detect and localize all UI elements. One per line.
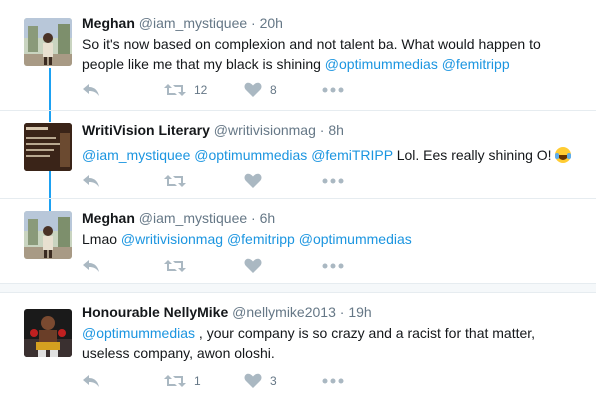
heart-icon <box>244 173 262 188</box>
author-name[interactable]: Honourable NellyMike <box>82 304 228 320</box>
separator: · <box>251 15 256 31</box>
reply-button[interactable] <box>82 371 100 391</box>
mention-link[interactable]: @optimummedias <box>325 56 438 72</box>
tweet-actions <box>82 171 442 191</box>
mention-link[interactable]: @optimummedias <box>82 325 195 341</box>
author-name[interactable]: WritiVision Literary <box>82 122 210 138</box>
heart-icon <box>244 258 262 273</box>
mention-link[interactable]: @femitripp <box>227 231 295 247</box>
tweet-body: Lol. Ees really shining O! <box>396 147 552 163</box>
retweet-icon <box>164 84 186 96</box>
reply-button[interactable] <box>82 171 100 191</box>
reply-icon <box>83 260 99 272</box>
tweet-text: Lmao @writivisionmag @femitripp @optimum… <box>82 229 584 249</box>
retweet-button[interactable] <box>164 171 186 191</box>
mention-link[interactable]: @optimummedias <box>194 147 307 163</box>
more-button[interactable] <box>322 171 344 191</box>
more-button[interactable] <box>322 80 344 100</box>
tweet-header: Meghan @iam_mystiquee · 6h <box>82 209 584 227</box>
mention-link[interactable]: @iam_mystiquee <box>82 147 190 163</box>
tweet[interactable]: Meghan @iam_mystiquee · 20h So it's now … <box>0 0 596 112</box>
like-button[interactable]: 3 <box>244 371 277 391</box>
like-button[interactable]: 8 <box>244 80 277 100</box>
tweet-actions: 1 3 <box>82 371 442 391</box>
more-button[interactable] <box>322 256 344 276</box>
tweet-header: WritiVision Literary @writivisionmag · 8… <box>82 121 584 139</box>
reply-button[interactable] <box>82 80 100 100</box>
author-name[interactable]: Meghan <box>82 15 135 31</box>
tweet-actions: 12 8 <box>82 80 442 100</box>
timestamp[interactable]: 20h <box>260 15 283 31</box>
author-username[interactable]: @nellymike2013 <box>232 304 336 320</box>
heart-icon <box>244 373 262 388</box>
retweet-count: 12 <box>194 83 208 97</box>
more-icon <box>322 87 344 93</box>
separator: · <box>319 122 325 138</box>
author-username[interactable]: @iam_mystiquee <box>139 15 247 31</box>
mention-link[interactable]: @femiTRIPP <box>311 147 393 163</box>
tweet-header: Meghan @iam_mystiquee · 20h <box>82 14 584 32</box>
reply-icon <box>83 84 99 96</box>
retweet-icon <box>164 260 186 272</box>
tweet-text: So it's now based on complexion and not … <box>82 34 584 74</box>
mention-link[interactable]: @optimummedias <box>299 231 412 247</box>
like-button[interactable] <box>244 256 262 276</box>
tweet-text: @optimummedias , your company is so craz… <box>82 323 584 363</box>
heart-icon <box>244 82 262 97</box>
retweet-button[interactable]: 1 <box>164 371 201 391</box>
tweet-actions <box>82 256 442 276</box>
retweet-icon <box>164 375 186 387</box>
avatar[interactable] <box>24 123 72 171</box>
author-username[interactable]: @writivisionmag <box>214 122 316 138</box>
retweet-icon <box>164 175 186 187</box>
like-count: 8 <box>270 83 277 97</box>
reply-button[interactable] <box>82 256 100 276</box>
more-icon <box>322 263 344 269</box>
separator: · <box>251 210 256 226</box>
more-icon <box>322 178 344 184</box>
author-name[interactable]: Meghan <box>82 210 135 226</box>
timestamp[interactable]: 8h <box>328 122 344 138</box>
mention-link[interactable]: @writivisionmag <box>121 231 223 247</box>
timestamp[interactable]: 19h <box>348 304 371 320</box>
reply-icon <box>83 175 99 187</box>
tweet[interactable]: Honourable NellyMike @nellymike2013 · 19… <box>0 293 596 407</box>
like-count: 3 <box>270 374 277 388</box>
more-button[interactable] <box>322 371 344 391</box>
tears-of-joy-emoji-icon <box>555 147 572 163</box>
separator: · <box>339 304 345 320</box>
like-button[interactable] <box>244 171 262 191</box>
tweet-body: Lmao <box>82 231 118 247</box>
conversation-divider <box>0 283 596 293</box>
avatar[interactable] <box>24 18 72 66</box>
tweet[interactable]: Meghan @iam_mystiquee · 6h Lmao @writivi… <box>0 199 596 285</box>
tweet-header: Honourable NellyMike @nellymike2013 · 19… <box>82 303 584 321</box>
avatar[interactable] <box>24 211 72 259</box>
author-username[interactable]: @iam_mystiquee <box>139 210 247 226</box>
tweet-text: @iam_mystiquee @optimummedias @femiTRIPP… <box>82 145 584 165</box>
retweet-button[interactable] <box>164 256 186 276</box>
mention-link[interactable]: @femitripp <box>442 56 510 72</box>
tweet[interactable]: WritiVision Literary @writivisionmag · 8… <box>0 111 596 200</box>
timestamp[interactable]: 6h <box>260 210 276 226</box>
retweet-count: 1 <box>194 374 201 388</box>
retweet-button[interactable]: 12 <box>164 80 207 100</box>
more-icon <box>322 378 344 384</box>
reply-icon <box>83 375 99 387</box>
avatar[interactable] <box>24 309 72 357</box>
